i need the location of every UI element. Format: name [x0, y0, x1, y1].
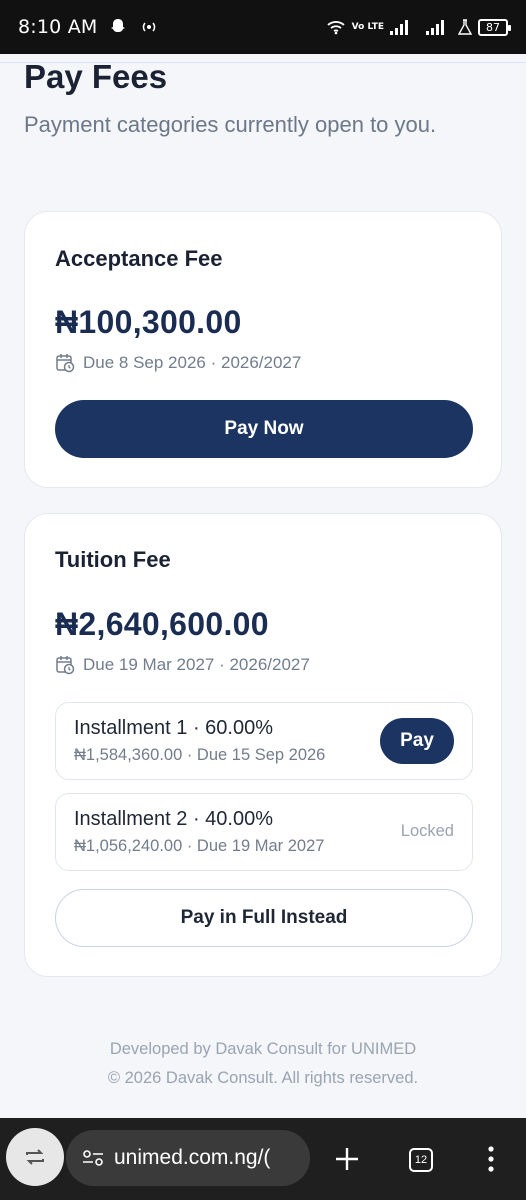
footer: Developed by Davak Consult for UNIMED © … — [0, 1035, 526, 1093]
due-date: Due 8 Sep 2026 · 2026/2027 — [55, 353, 301, 373]
signal-icon-2 — [426, 20, 444, 35]
new-tab-button[interactable] — [332, 1144, 362, 1174]
browser-toolbar: unimed.com.ng/( 12 — [0, 1118, 526, 1200]
pay-in-full-button[interactable]: Pay in Full Instead — [55, 889, 473, 947]
pay-now-button[interactable]: Pay Now — [55, 400, 473, 458]
wifi-icon — [327, 21, 345, 35]
locked-status: Locked — [400, 822, 454, 840]
calendar-clock-icon — [56, 656, 75, 675]
pay-installment-button[interactable]: Pay — [380, 718, 454, 764]
page-subtitle: Payment categories currently open to you… — [24, 112, 437, 137]
acceptance-fee-card: Acceptance Fee ₦100,300.00 Due 8 Sep 202… — [24, 211, 502, 488]
tab-count-icon: 12 — [409, 1148, 433, 1172]
installment-detail: ₦1,056,240.00 · Due 19 Mar 2027 — [74, 837, 325, 855]
battery-icon: 87 — [478, 18, 511, 36]
repeat-icon — [26, 1149, 44, 1165]
menu-button[interactable] — [476, 1142, 506, 1176]
installment-title: Installment 2 · 40.00% — [74, 808, 273, 830]
more-vertical-icon — [488, 1146, 494, 1172]
address-bar[interactable]: unimed.com.ng/( — [66, 1130, 310, 1186]
switch-tab-button[interactable] — [6, 1128, 64, 1186]
installment-1: Installment 1 · 60.00% ₦1,584,360.00 · D… — [55, 702, 473, 780]
status-bar: 8:10 AM Vo LTE 87 — [0, 0, 526, 54]
due-text: Due 19 Mar 2027 · 2026/2027 — [83, 655, 310, 674]
fee-amount: ₦2,640,600.00 — [55, 606, 269, 642]
card-title: Acceptance Fee — [55, 246, 223, 271]
url-text: unimed.com.ng/( — [114, 1146, 271, 1169]
installment-detail: ₦1,584,360.00 · Due 15 Sep 2026 — [74, 746, 326, 764]
tuition-fee-card: Tuition Fee ₦2,640,600.00 Due 19 Mar 202… — [24, 513, 502, 977]
plus-icon — [336, 1148, 358, 1170]
signal-icon — [390, 20, 408, 35]
installment-title: Installment 1 · 60.00% — [74, 717, 273, 739]
due-text: Due 8 Sep 2026 · 2026/2027 — [83, 353, 302, 372]
card-title: Tuition Fee — [55, 547, 171, 572]
fee-amount: ₦100,300.00 — [55, 304, 242, 340]
installment-2: Installment 2 · 40.00% ₦1,056,240.00 · D… — [55, 793, 473, 871]
status-time: 8:10 AM — [18, 16, 98, 38]
site-settings-icon — [83, 1150, 103, 1166]
hotspot-icon — [142, 22, 155, 32]
footer-copyright: © 2026 Davak Consult. All rights reserve… — [107, 1069, 419, 1087]
page-title: Pay Fees — [24, 58, 168, 95]
flask-icon — [458, 19, 472, 35]
snapchat-icon — [110, 19, 125, 32]
calendar-clock-icon — [56, 354, 75, 373]
network-type: Vo LTE — [351, 21, 384, 32]
footer-credit: Developed by Davak Consult for UNIMED — [109, 1040, 417, 1058]
tabs-button[interactable]: 12 — [406, 1145, 436, 1175]
due-date: Due 19 Mar 2027 · 2026/2027 — [55, 655, 310, 675]
